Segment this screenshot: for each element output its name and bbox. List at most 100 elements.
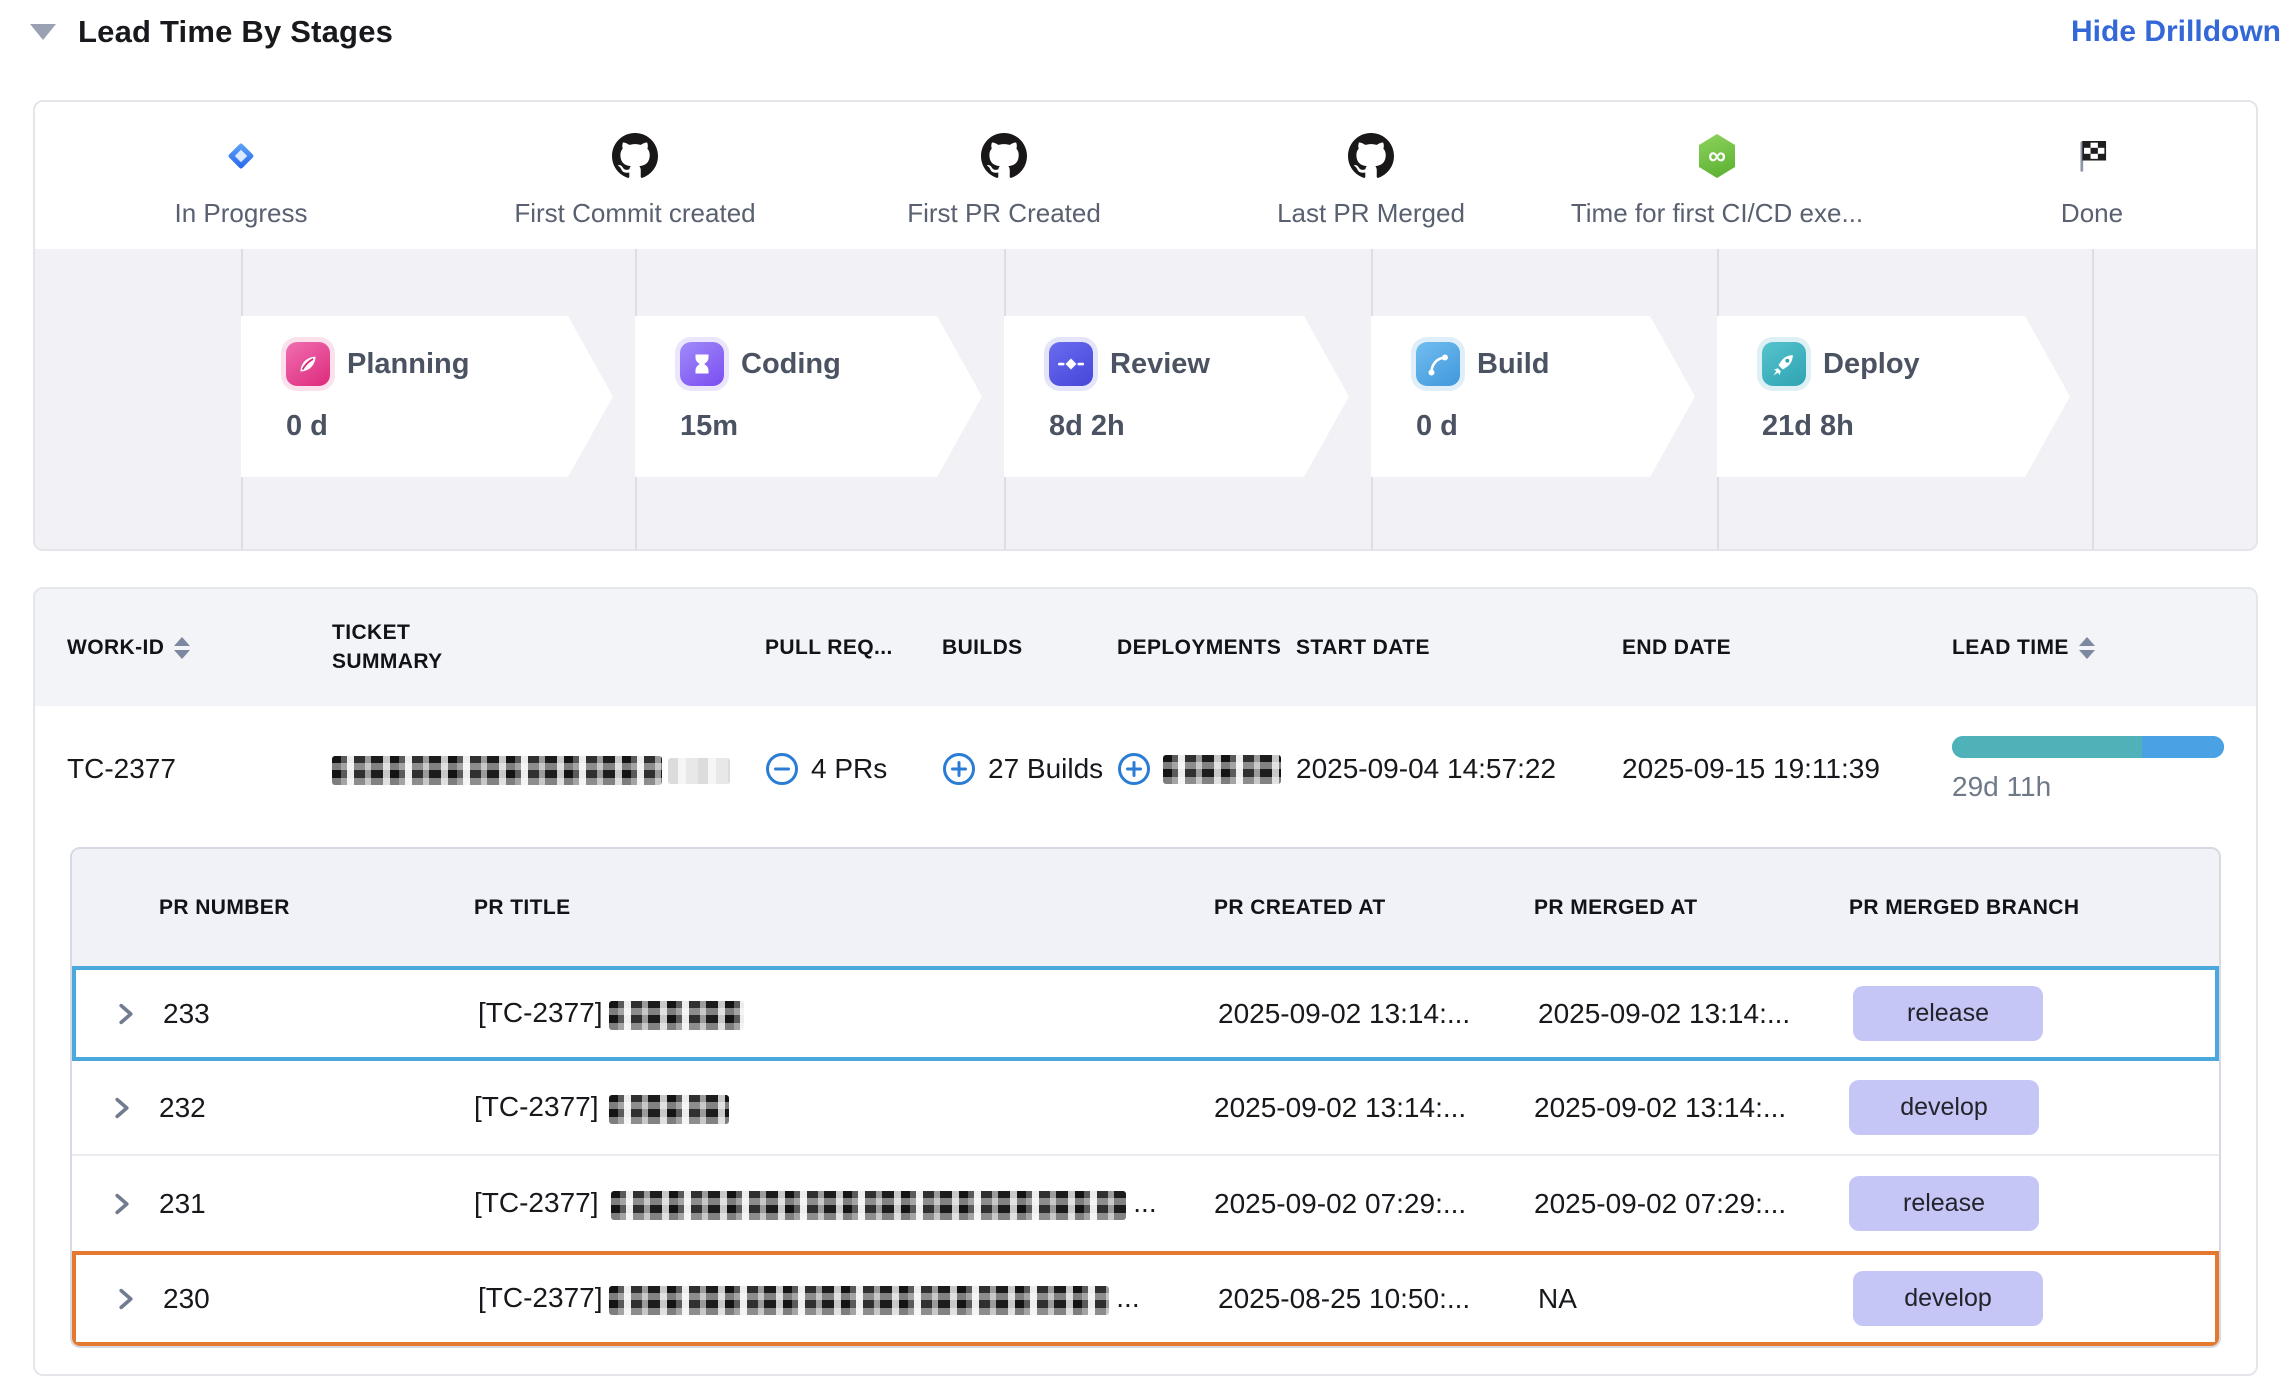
pr-created-at: 2025-09-02 07:29:... (1214, 1188, 1534, 1220)
stage-name: Planning (347, 348, 469, 381)
deployments-toggle[interactable] (1117, 752, 1296, 786)
expand-chevron-icon[interactable] (112, 1096, 159, 1120)
pr-title: [TC-2377] (478, 997, 1218, 1029)
stage-card-coding: Coding 15m (635, 316, 982, 477)
milestone-done: Done (1922, 128, 2258, 229)
milestone-first-commit: First Commit created (465, 128, 805, 229)
column-header-end-date: END DATE (1622, 636, 1952, 660)
milestone-label: Time for first CI/CD exe... (1547, 198, 1887, 229)
pr-number: 233 (163, 998, 478, 1030)
pr-table-header: PR NUMBER PR TITLE PR CREATED AT PR MERG… (72, 849, 2219, 966)
stage-card-planning: Planning 0 d (241, 316, 613, 477)
hide-drilldown-link[interactable]: Hide Drilldown (2071, 15, 2281, 49)
column-header-pr-title: PR TITLE (474, 896, 1214, 920)
column-header-lead-time: LEAD TIME (1952, 636, 2256, 660)
top-bar: Lead Time By Stages Hide Drilldown (0, 0, 2291, 64)
stage-card-deploy: Deploy 21d 8h (1717, 316, 2070, 477)
milestone-label: First PR Created (834, 198, 1174, 229)
stage-duration: 15m (680, 410, 982, 443)
sort-control[interactable] (174, 637, 190, 659)
stage-card-review: Review 8d 2h (1004, 316, 1349, 477)
milestone-last-pr-merged: Last PR Merged (1201, 128, 1541, 229)
pr-number: 232 (159, 1092, 474, 1124)
pr-title: [TC-2377] (474, 1091, 1214, 1123)
plus-circle-icon (1117, 752, 1151, 786)
stage-name: Coding (741, 348, 841, 381)
pr-row-233[interactable]: 233 [TC-2377] 2025-09-02 13:14:... 2025-… (72, 966, 2219, 1061)
branch-badge: release (1853, 986, 2043, 1041)
branch-badge: release (1849, 1176, 2039, 1231)
builds-toggle[interactable]: 27 Builds (942, 752, 1117, 786)
expand-chevron-icon[interactable] (116, 1287, 163, 1311)
hourglass-icon (680, 342, 724, 386)
stage-duration: 0 d (286, 410, 613, 443)
milestone-label: First Commit created (465, 198, 805, 229)
column-header-ticket-summary: TICKET SUMMARY (332, 619, 765, 676)
milestone-cicd: ∞ Time for first CI/CD exe... (1547, 128, 1887, 229)
github-icon (834, 128, 1174, 184)
pr-table: PR NUMBER PR TITLE PR CREATED AT PR MERG… (70, 847, 2221, 1348)
milestone-first-pr: First PR Created (834, 128, 1174, 229)
pr-merged-at: NA (1538, 1283, 1853, 1315)
stage-name: Build (1477, 348, 1550, 381)
milestones-strip: In Progress First Commit created First P… (35, 102, 2256, 249)
stage-name: Deploy (1823, 348, 1920, 381)
column-header-builds: BUILDS (942, 636, 1117, 660)
collapse-caret-icon[interactable] (30, 24, 56, 40)
pr-title: [TC-2377] ... (478, 1282, 1218, 1314)
jira-status-icon (71, 128, 411, 184)
column-header-deployments: DEPLOYMENTS (1117, 636, 1296, 660)
cicd-icon: ∞ (1547, 128, 1887, 184)
pr-title: [TC-2377] ... (474, 1187, 1214, 1219)
pr-created-at: 2025-09-02 13:14:... (1214, 1092, 1534, 1124)
pr-row-231[interactable]: 231 [TC-2377] ... 2025-09-02 07:29:... 2… (72, 1156, 2219, 1251)
column-header-work-id: WORK-ID (67, 636, 332, 660)
sort-control[interactable] (2079, 637, 2095, 659)
divider (2092, 249, 2094, 551)
milestone-label: Done (1922, 198, 2258, 229)
lead-bar-blue (2142, 736, 2224, 758)
pull-requests-toggle[interactable]: 4 PRs (765, 752, 942, 786)
pr-merged-at: 2025-09-02 07:29:... (1534, 1188, 1849, 1220)
stage-name: Review (1110, 348, 1210, 381)
pr-created-at: 2025-09-02 13:14:... (1218, 998, 1538, 1030)
column-header-pr-number: PR NUMBER (159, 896, 474, 920)
pr-number: 230 (163, 1283, 478, 1315)
lead-time-drilldown-page: Lead Time By Stages Hide Drilldown In Pr… (0, 0, 2291, 1376)
rocket-icon (1762, 342, 1806, 386)
pr-merged-at: 2025-09-02 13:14:... (1534, 1092, 1849, 1124)
branch-badge: develop (1849, 1080, 2039, 1135)
stage-band: Planning 0 d Coding 15m (35, 249, 2256, 551)
minus-circle-icon (765, 752, 799, 786)
lead-time-value: 29d 11h (1952, 771, 2224, 803)
work-id-value: TC-2377 (67, 753, 332, 785)
stage-duration: 0 d (1416, 410, 1695, 443)
github-icon (465, 128, 805, 184)
branch-icon (1416, 342, 1460, 386)
work-table-header: WORK-ID TICKET SUMMARY PULL REQ... BUILD… (35, 589, 2256, 706)
work-items-table: WORK-ID TICKET SUMMARY PULL REQ... BUILD… (33, 587, 2258, 1376)
milestone-label: Last PR Merged (1201, 198, 1541, 229)
pr-merged-at: 2025-09-02 13:14:... (1538, 998, 1853, 1030)
page-title: Lead Time By Stages (78, 14, 393, 50)
lead-time-bar (1952, 736, 2224, 758)
expand-chevron-icon[interactable] (112, 1192, 159, 1216)
checkered-flag-icon (1922, 128, 2258, 184)
milestone-in-progress: In Progress (71, 128, 411, 229)
stage-duration: 21d 8h (1762, 410, 2070, 443)
branch-badge: develop (1853, 1271, 2043, 1326)
expand-chevron-icon[interactable] (116, 1002, 163, 1026)
milestone-label: In Progress (71, 198, 411, 229)
ticket-summary-redacted (332, 753, 765, 785)
leaf-icon (286, 342, 330, 386)
end-date-value: 2025-09-15 19:11:39 (1622, 753, 1952, 785)
work-item-row: TC-2377 4 PRs 27 Builds (35, 706, 2256, 832)
lead-bar-teal (1952, 736, 2142, 758)
github-icon (1201, 128, 1541, 184)
column-header-pull-requests: PULL REQ... (765, 636, 942, 660)
pr-row-230[interactable]: 230 [TC-2377] ... 2025-08-25 10:50:... N… (72, 1251, 2219, 1346)
commit-node-icon (1049, 342, 1093, 386)
pr-row-232[interactable]: 232 [TC-2377] 2025-09-02 13:14:... 2025-… (72, 1061, 2219, 1156)
column-header-pr-merged-branch: PR MERGED BRANCH (1849, 893, 2089, 922)
pr-number: 231 (159, 1188, 474, 1220)
